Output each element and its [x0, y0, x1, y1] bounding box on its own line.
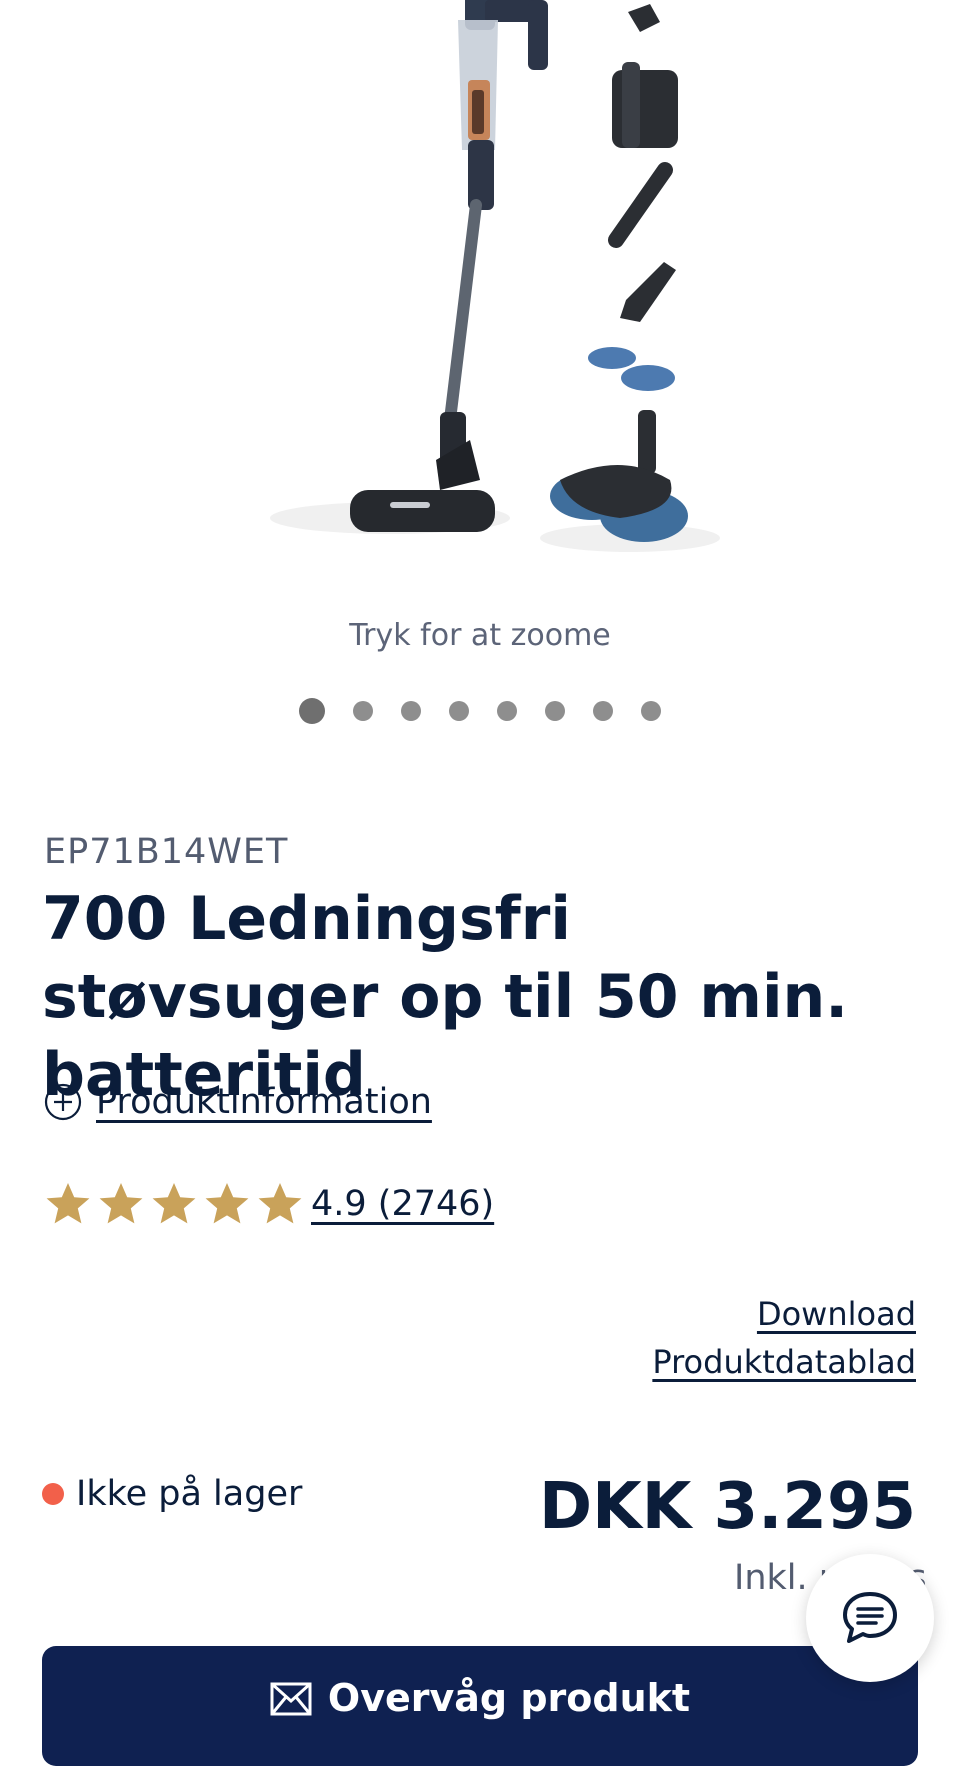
watch-product-label: Overvåg produkt [327, 1676, 691, 1720]
gallery-dot[interactable] [593, 701, 613, 721]
product-info-link[interactable]: Produktinformation [96, 1082, 432, 1122]
stock-status-dot [42, 1483, 64, 1505]
watch-product-button[interactable]: Overvåg produkt [42, 1646, 918, 1766]
download-datasheet-link[interactable]: Download Produktdatablad [652, 1290, 916, 1386]
gallery-dot[interactable] [641, 701, 661, 721]
envelope-icon [270, 1682, 312, 1716]
product-image[interactable] [240, 0, 760, 580]
plus-circle-icon [44, 1083, 82, 1121]
star-icon [99, 1183, 143, 1224]
chat-button[interactable] [806, 1554, 934, 1682]
star-icon [258, 1183, 302, 1224]
chat-bubble-icon [843, 1592, 897, 1643]
gallery-pagination [0, 698, 960, 724]
product-info-toggle[interactable]: Produktinformation [44, 1082, 432, 1122]
stock-status: Ikke på lager [42, 1474, 302, 1514]
zoom-hint: Tryk for at zoome [349, 618, 611, 653]
star-icon [152, 1183, 196, 1224]
gallery-dot[interactable] [545, 701, 565, 721]
gallery-dot[interactable] [401, 701, 421, 721]
download-label: Download [756, 1295, 916, 1333]
product-title: 700 Ledningsfri støvsuger op til 50 min.… [42, 884, 849, 1110]
rating-link[interactable]: 4.9 (2746) [311, 1184, 494, 1224]
star-icon [205, 1183, 249, 1224]
gallery-dot[interactable] [353, 701, 373, 721]
star-icon [46, 1183, 90, 1224]
product-price: DKK 3.295 [538, 1470, 916, 1544]
gallery-dot[interactable] [449, 701, 469, 721]
gallery-dot[interactable] [299, 698, 325, 724]
gallery-dot[interactable] [497, 701, 517, 721]
stock-status-text: Ikke på lager [76, 1474, 303, 1514]
product-sku: EP71B14WET [44, 832, 289, 872]
rating: 4.9 (2746) [44, 1180, 494, 1228]
datasheet-label: Produktdatablad [652, 1343, 916, 1381]
